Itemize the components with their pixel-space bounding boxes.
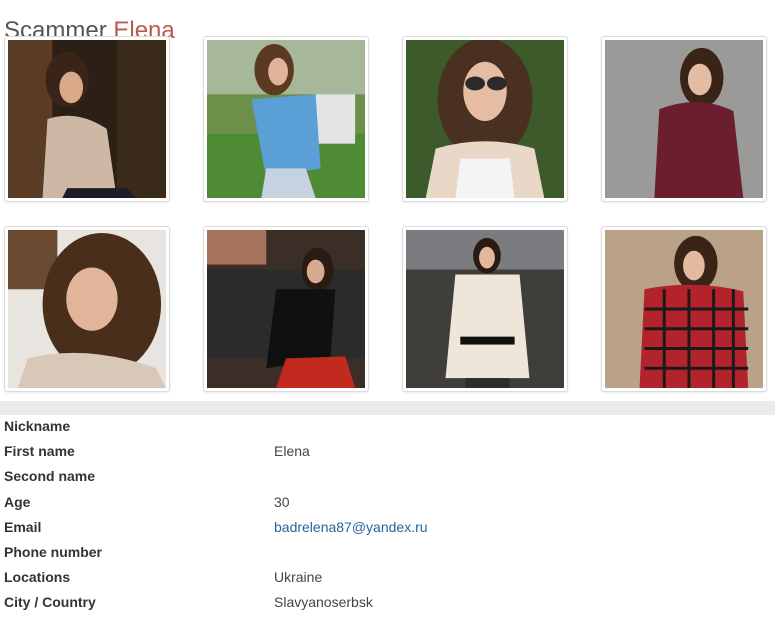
age-value: 30 <box>274 493 290 510</box>
city-country-value: Slavyanoserbsk <box>274 594 373 611</box>
photo-thumb-1[interactable] <box>4 36 170 202</box>
profile-row-phone: Phone number <box>0 541 775 566</box>
photo-thumb-3[interactable] <box>402 36 568 202</box>
photo-2-image <box>207 40 365 198</box>
phone-label: Phone number <box>4 543 103 560</box>
nickname-label: Nickname <box>4 418 71 434</box>
photo-5-image <box>8 230 166 388</box>
profile-row-locations: Locations Ukraine <box>0 566 775 591</box>
email-label: Email <box>4 518 42 535</box>
profile-row-first-name: First name Elena <box>0 440 775 465</box>
photo-4-image <box>605 40 763 198</box>
profile-row-email: Email badrelena87@yandex.ru <box>0 516 775 541</box>
profile-row-nickname: Nickname <box>0 415 775 440</box>
email-link[interactable]: badrelena87@yandex.ru <box>274 519 428 535</box>
profile-row-age: Age 30 <box>0 491 775 516</box>
photo-thumb-2[interactable] <box>203 36 369 202</box>
age-label: Age <box>4 493 31 510</box>
profile-row-city-country: City / Country Slavyanoserbsk <box>0 591 775 616</box>
first-name-label: First name <box>4 443 75 460</box>
photo-thumb-4[interactable] <box>601 36 767 202</box>
locations-label: Locations <box>4 569 71 586</box>
section-divider <box>0 401 775 415</box>
photo-6-image <box>207 230 365 388</box>
photo-thumb-8[interactable] <box>601 226 767 392</box>
second-name-label: Second name <box>4 468 96 485</box>
photo-8-image <box>605 230 763 388</box>
photo-gallery <box>0 36 775 396</box>
photo-7-image <box>406 230 564 388</box>
photo-thumb-7[interactable] <box>402 226 568 392</box>
first-name-value: Elena <box>274 443 310 460</box>
photo-thumb-6[interactable] <box>203 226 369 392</box>
locations-value: Ukraine <box>274 569 323 586</box>
city-country-label: City / Country <box>4 594 96 611</box>
photo-1-image <box>8 40 166 198</box>
profile-info: Nickname First name Elena Second name Ag… <box>0 415 775 617</box>
profile-row-second-name: Second name <box>0 465 775 490</box>
photo-3-image <box>406 40 564 198</box>
photo-thumb-5[interactable] <box>4 226 170 392</box>
